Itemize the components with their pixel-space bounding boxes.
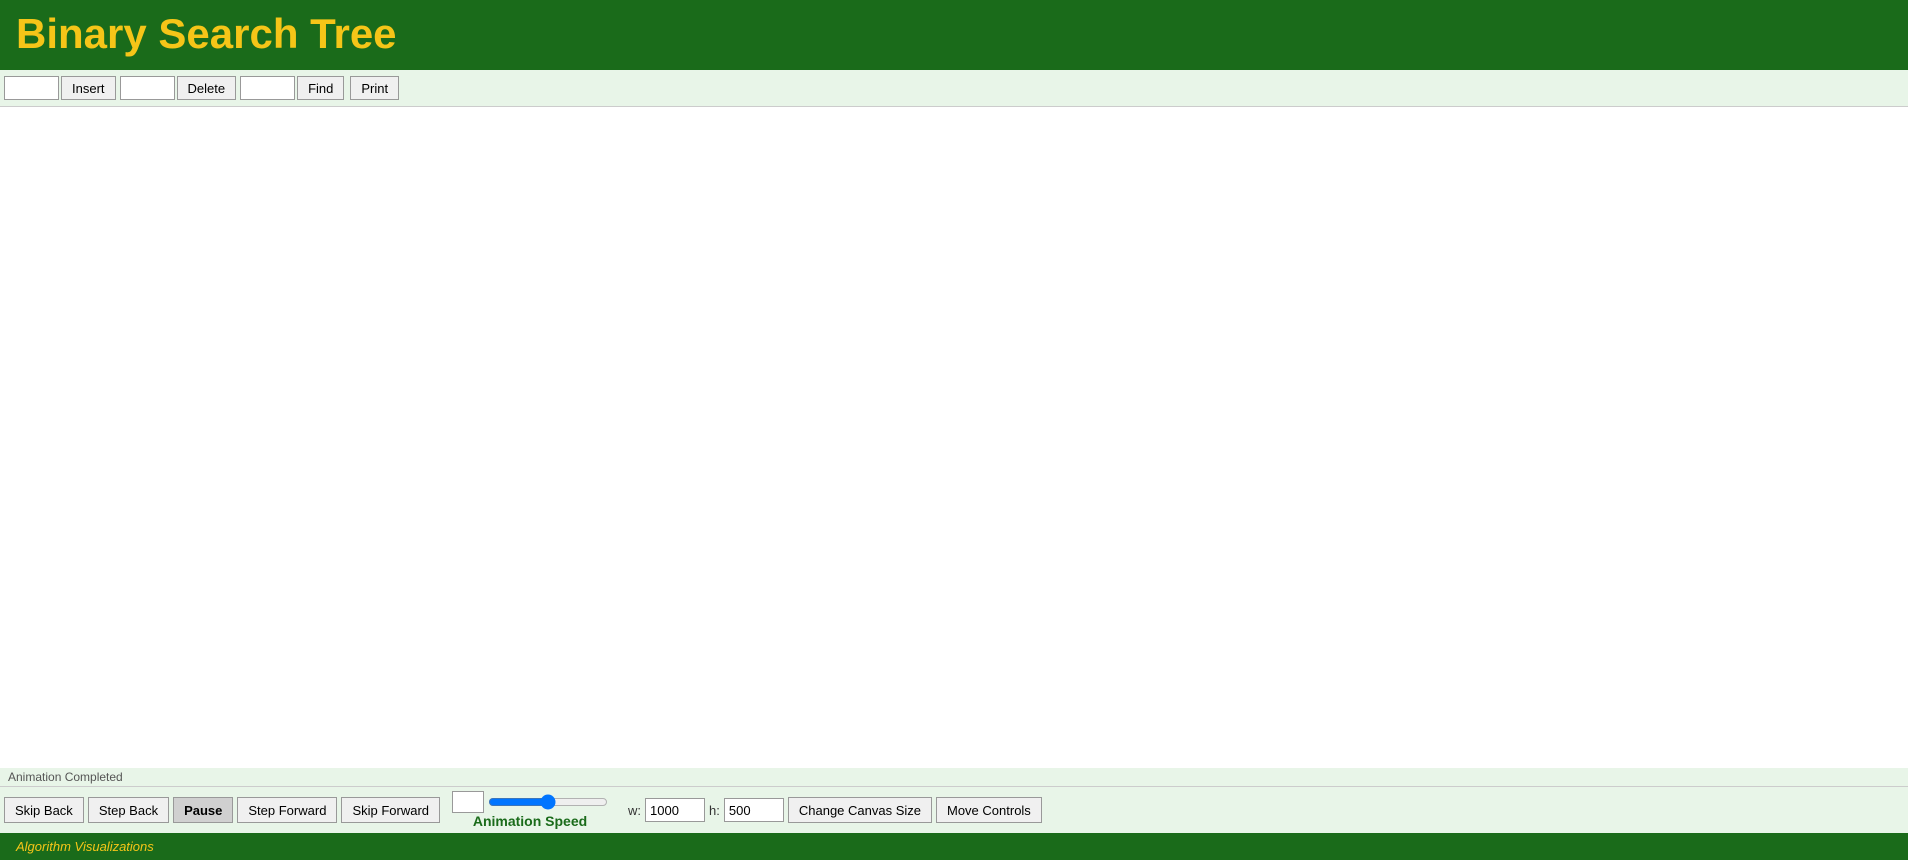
width-label: w: — [628, 803, 641, 818]
move-controls-button[interactable]: Move Controls — [936, 797, 1042, 823]
insert-input[interactable] — [4, 76, 59, 100]
find-input[interactable] — [240, 76, 295, 100]
step-back-button[interactable]: Step Back — [88, 797, 169, 823]
status-bar: Animation Completed — [0, 768, 1908, 786]
delete-button[interactable]: Delete — [177, 76, 237, 100]
step-forward-button[interactable]: Step Forward — [237, 797, 337, 823]
page-title: Binary Search Tree — [16, 10, 1892, 58]
print-group: Print — [348, 76, 399, 100]
change-canvas-button[interactable]: Change Canvas Size — [788, 797, 932, 823]
skip-forward-button[interactable]: Skip Forward — [341, 797, 440, 823]
status-text: Animation Completed — [4, 770, 1904, 786]
header: Binary Search Tree — [0, 0, 1908, 70]
insert-button[interactable]: Insert — [61, 76, 116, 100]
speed-slider[interactable] — [488, 794, 608, 810]
bottom-controls: Skip Back Step Back Pause Step Forward S… — [0, 786, 1908, 833]
find-button[interactable]: Find — [297, 76, 344, 100]
delete-input[interactable] — [120, 76, 175, 100]
speed-slider-container — [452, 791, 608, 813]
skip-back-button[interactable]: Skip Back — [4, 797, 84, 823]
toolbar: Insert Delete Find Print — [0, 70, 1908, 107]
height-label: h: — [709, 803, 720, 818]
canvas-height-input[interactable] — [724, 798, 784, 822]
canvas-width-input[interactable] — [645, 798, 705, 822]
pause-button[interactable]: Pause — [173, 797, 233, 823]
print-button[interactable]: Print — [350, 76, 399, 100]
canvas-area — [0, 107, 1908, 768]
animation-speed-label: Animation Speed — [473, 813, 587, 829]
delete-group: Delete — [120, 76, 237, 100]
footer-link[interactable]: Algorithm Visualizations — [16, 839, 154, 854]
footer: Algorithm Visualizations — [0, 833, 1908, 860]
find-group: Find — [240, 76, 344, 100]
insert-group: Insert — [4, 76, 116, 100]
speed-box — [452, 791, 484, 813]
canvas-size-section: w: h: Change Canvas Size Move Controls — [628, 797, 1042, 823]
speed-section: Animation Speed — [452, 791, 608, 829]
